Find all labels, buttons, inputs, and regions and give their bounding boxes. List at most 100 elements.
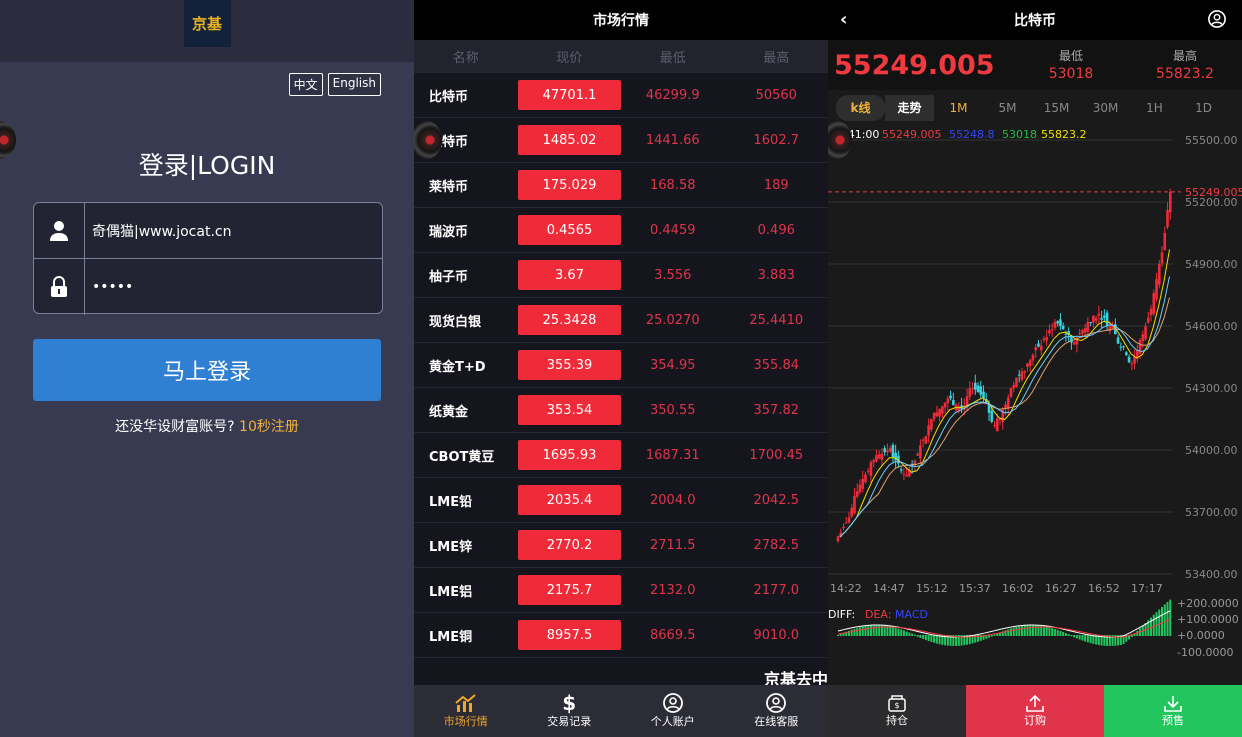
back-icon[interactable]: ‹ xyxy=(840,9,847,30)
col-high: 最高 xyxy=(763,51,790,66)
candle-body xyxy=(1086,321,1090,332)
macd-bar xyxy=(878,625,881,636)
sell-button[interactable]: 预售 xyxy=(1104,685,1242,737)
price-summary: 55249.005 最低 53018 最高 55823.2 xyxy=(828,40,1242,90)
market-row[interactable]: LME铜 8957.5 8669.5 9010.0 xyxy=(414,613,828,658)
legend-value: 55823.2 xyxy=(1041,128,1087,141)
user-circle-icon[interactable] xyxy=(1208,10,1226,28)
candle-body xyxy=(1053,321,1057,328)
register-link[interactable]: 10秒注册 xyxy=(239,419,299,435)
candle-body xyxy=(858,484,862,493)
tab-trend[interactable]: 走势 xyxy=(885,95,934,121)
market-row[interactable]: 柚子币 3.67 3.556 3.883 xyxy=(414,253,828,298)
candle-body xyxy=(869,461,873,476)
candle-body xyxy=(941,406,944,414)
tab-trades[interactable]: $ 交易记录 xyxy=(518,685,622,737)
market-row[interactable]: 比特币 47701.1 46299.9 50560 xyxy=(414,73,828,118)
macd-bar xyxy=(869,625,872,636)
lock-icon xyxy=(34,259,85,315)
candle-body xyxy=(1012,384,1016,389)
x-tick-label: 14:47 xyxy=(873,582,905,595)
market-row[interactable]: CBOT黄豆 1695.93 1687.31 1700.45 xyxy=(414,433,828,478)
macd-bar xyxy=(1023,625,1026,636)
tab-market[interactable]: 市场行情 xyxy=(414,685,518,737)
macd-bar xyxy=(856,627,859,636)
candle-body xyxy=(1028,360,1032,366)
row-high: 1700.45 xyxy=(749,447,804,463)
macd-bar xyxy=(1026,625,1029,636)
macd-bar xyxy=(1018,626,1021,636)
market-row[interactable]: 现货白银 25.3428 25.0270 25.4410 xyxy=(414,298,828,343)
tab-1h[interactable]: 1H xyxy=(1130,101,1179,115)
row-price: 8957.5 xyxy=(518,620,621,650)
candle-body xyxy=(1100,317,1103,320)
support-icon xyxy=(766,693,787,713)
market-row[interactable]: LME锌 2770.2 2711.5 2782.5 xyxy=(414,523,828,568)
position-button[interactable]: $ 持仓 xyxy=(828,685,966,737)
row-name: LME铝 xyxy=(429,584,473,600)
candle-body xyxy=(1034,347,1038,351)
row-high: 50560 xyxy=(755,87,797,103)
y-tick-label: 54900.00 xyxy=(1185,258,1238,271)
macd-bar xyxy=(1048,627,1051,636)
macd-bar xyxy=(864,626,867,636)
high-label: 最高 xyxy=(1172,49,1197,63)
market-row[interactable]: LME铝 2175.7 2132.0 2177.0 xyxy=(414,568,828,613)
bottom-tab-bar: 市场行情 $ 交易记录 个人账户 在线客服 xyxy=(414,685,828,737)
macd-bar xyxy=(1161,606,1164,636)
macd-bar xyxy=(1070,635,1073,637)
tab-kline[interactable]: k线 xyxy=(836,95,885,121)
download-icon xyxy=(1164,696,1182,712)
upload-icon xyxy=(1026,694,1044,712)
login-button[interactable]: 马上登录 xyxy=(33,339,381,401)
legend-value: 55248.8 xyxy=(949,128,995,141)
macd-bar xyxy=(1042,626,1045,636)
buy-button[interactable]: 订购 xyxy=(966,685,1104,737)
candle-body xyxy=(888,447,892,452)
macd-bar xyxy=(1062,631,1065,636)
candle-body xyxy=(916,454,919,456)
candle-body xyxy=(1144,326,1147,340)
macd-label: DEA: xyxy=(865,608,891,621)
tab-30m[interactable]: 30M xyxy=(1081,101,1130,115)
row-high: 2042.5 xyxy=(753,492,800,508)
candle-body xyxy=(1017,374,1021,376)
macd-tick: +200.0000 xyxy=(1177,597,1239,610)
lang-en-button[interactable]: English xyxy=(327,73,381,96)
candle-body xyxy=(1119,346,1123,348)
macd-bar xyxy=(919,635,922,638)
x-tick-label: 14:22 xyxy=(830,582,862,595)
kline-chart[interactable]: 16:41:00 55249.005 55248.8 53018 55823.2 5550… xyxy=(828,126,1242,685)
tab-15m[interactable]: 15M xyxy=(1032,101,1081,115)
row-price: 1695.93 xyxy=(518,440,621,470)
register-prompt-text: 还没华设财富账号? xyxy=(115,419,235,435)
tab-5m[interactable]: 5M xyxy=(983,101,1032,115)
candle-body xyxy=(965,396,969,406)
row-low: 1687.31 xyxy=(645,447,700,463)
tab-1m[interactable]: 1M xyxy=(934,101,983,115)
candle-body xyxy=(861,478,865,489)
macd-bar xyxy=(1073,635,1076,638)
action-bar: $ 持仓 订购 预售 xyxy=(828,685,1242,737)
username-input[interactable] xyxy=(85,222,375,239)
row-low: 2132.0 xyxy=(650,582,696,598)
row-price: 47701.1 xyxy=(518,80,621,110)
market-row[interactable]: 莱特币 175.029 168.58 189 xyxy=(414,163,828,208)
tab-support[interactable]: 在线客服 xyxy=(725,685,829,737)
market-row[interactable]: 纸黄金 353.54 350.55 357.82 xyxy=(414,388,828,433)
tab-1d[interactable]: 1D xyxy=(1179,101,1228,115)
macd-bar xyxy=(927,635,930,642)
row-name: 比特币 xyxy=(429,89,469,105)
market-row[interactable]: 瑞波币 0.4565 0.4459 0.496 xyxy=(414,208,828,253)
password-input[interactable] xyxy=(85,279,375,295)
macd-bar xyxy=(908,632,911,636)
market-row[interactable]: 以特币 1485.02 1441.66 1602.7 xyxy=(414,118,828,163)
candle-body xyxy=(1048,330,1051,334)
macd-bar xyxy=(894,627,897,636)
lang-zh-button[interactable]: 中文 xyxy=(288,73,323,96)
row-high: 25.4410 xyxy=(749,312,804,328)
market-row[interactable]: 黄金T+D 355.39 354.95 355.84 xyxy=(414,343,828,388)
market-columns: 名称 现价 最低 最高 xyxy=(414,40,828,73)
market-row[interactable]: LME铅 2035.4 2004.0 2042.5 xyxy=(414,478,828,523)
tab-account[interactable]: 个人账户 xyxy=(621,685,725,737)
